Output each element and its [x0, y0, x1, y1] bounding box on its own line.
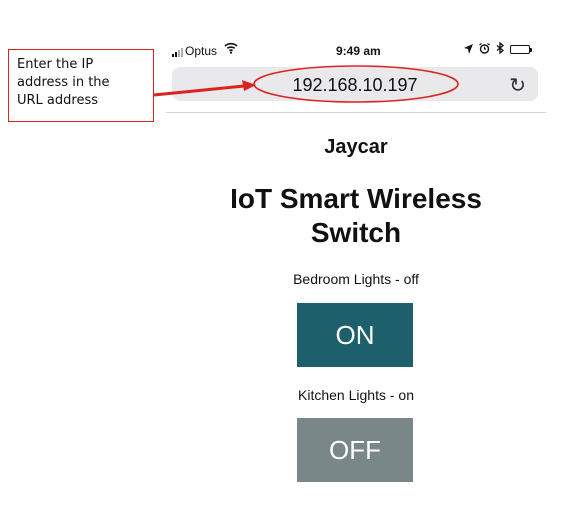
battery-icon [510, 45, 532, 54]
carrier-name: Optus [185, 44, 218, 58]
kitchen-off-button[interactable]: OFF [297, 418, 413, 482]
clock-time: 9:49 am [336, 44, 381, 58]
url-bar[interactable]: 192.168.10.197 ↻ [172, 67, 538, 101]
bedroom-on-button[interactable]: ON [297, 303, 413, 367]
callout-line-3: URL address [17, 93, 98, 108]
reload-icon[interactable]: ↻ [509, 73, 526, 97]
signal-icon [172, 48, 183, 57]
annotation-callout: Enter the IP address in the URL address [8, 49, 154, 122]
callout-line-1: Enter the IP [17, 57, 94, 72]
url-address-text[interactable]: 192.168.10.197 [172, 75, 538, 96]
page-title: IoT Smart Wireless Switch [230, 183, 482, 248]
status-icons [464, 41, 532, 57]
kitchen-lights-status: Kitchen Lights - on [298, 387, 414, 403]
browser-divider [166, 112, 546, 113]
alarm-icon [479, 42, 490, 57]
status-bar: Optus 9:49 am [166, 40, 546, 60]
brand-heading: Jaycar [324, 136, 388, 158]
bedroom-lights-status: Bedroom Lights - off [293, 271, 419, 287]
location-icon [464, 43, 473, 57]
wifi-icon [224, 42, 238, 57]
bluetooth-icon [496, 41, 505, 57]
callout-line-2: address in the [17, 75, 110, 90]
